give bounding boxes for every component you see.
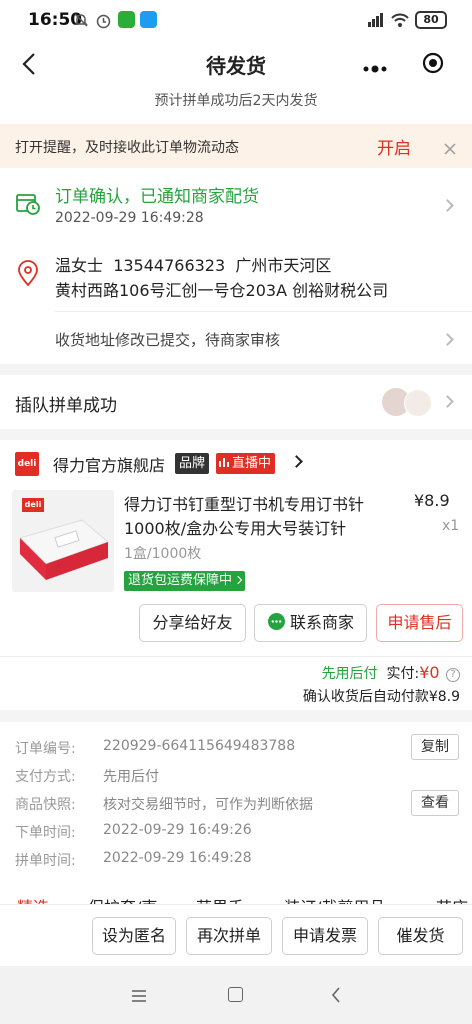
pay-method-label: 支付方式: bbox=[15, 769, 76, 785]
status-bar: 16:50 80 bbox=[0, 0, 472, 42]
close-miniprogram-icon[interactable] bbox=[422, 52, 444, 74]
contact-merchant-button[interactable]: 联系商家 bbox=[254, 604, 367, 642]
info-icon[interactable]: ? bbox=[446, 668, 460, 682]
chat-icon bbox=[267, 608, 286, 630]
brand-badge: 品牌 bbox=[175, 453, 210, 474]
order-status-card: 订单确认，已通知商家配货 2022-09-29 16:49:28 温女士 135… bbox=[0, 168, 472, 364]
product-title-line2[interactable]: 1000枚/盒办公专用大号装订针 bbox=[124, 515, 346, 539]
guarantee-label: 退货包运费保障中 bbox=[128, 573, 233, 588]
snapshot-label: 商品快照: bbox=[15, 797, 76, 813]
chevron-right-icon bbox=[233, 575, 243, 585]
address-region: 广州市天河区 bbox=[235, 256, 332, 275]
paid-value: ¥0 bbox=[419, 663, 440, 682]
reorder-button[interactable]: 再次拼单 bbox=[186, 917, 272, 955]
product-title-line1[interactable]: 得力订书钉重型订书机专用订书针 bbox=[124, 491, 364, 515]
bottom-action-bar: 设为匿名 再次拼单 申请发票 催发货 bbox=[0, 904, 472, 966]
after-sale-button[interactable]: 申请售后 bbox=[376, 604, 463, 642]
live-badge-label: 直播中 bbox=[232, 456, 272, 471]
signal-icon bbox=[367, 12, 385, 28]
product-quantity: x1 bbox=[442, 518, 460, 534]
reminder-text: 打开提醒，及时接收此订单物流动态 bbox=[15, 140, 239, 156]
chevron-right-icon bbox=[441, 395, 454, 408]
calendar-clock-icon bbox=[15, 190, 41, 216]
close-icon[interactable] bbox=[444, 140, 456, 155]
wechat-icon bbox=[118, 11, 135, 28]
nav-bar: 待发货 bbox=[0, 42, 472, 86]
reminder-open-button[interactable]: 开启 bbox=[377, 134, 411, 159]
product-card: deli 得力官方旗舰店 品牌 直播中 deli 得力订书钉重型订书机专用订书针… bbox=[0, 440, 472, 710]
payment-method-label: 先用后付 bbox=[321, 666, 378, 682]
menu-icon[interactable] bbox=[131, 988, 147, 1002]
mute-icon bbox=[73, 12, 89, 28]
live-icon bbox=[219, 454, 229, 467]
auto-pay-note: 确认收货后自动付款¥8.9 bbox=[302, 689, 460, 705]
address-phone: 13544766323 bbox=[113, 256, 226, 275]
wifi-icon bbox=[390, 12, 410, 28]
chevron-right-icon[interactable] bbox=[441, 333, 454, 346]
live-badge: 直播中 bbox=[216, 453, 276, 474]
box-brand-label: deli bbox=[22, 498, 44, 512]
order-details: 订单编号: 220929-664115649483788 复制 支付方式: 先用… bbox=[0, 722, 472, 890]
system-nav-bar bbox=[0, 966, 472, 1024]
order-status-time: 2022-09-29 16:49:28 bbox=[55, 210, 204, 226]
order-no-value: 220929-664115649483788 bbox=[103, 738, 296, 754]
payment-summary: 先用后付 实付:¥0 ? bbox=[322, 663, 460, 683]
more-icon[interactable] bbox=[361, 59, 389, 73]
chevron-right-icon[interactable] bbox=[290, 455, 303, 468]
snapshot-value: 核对交易细节时，可作为判断依据 bbox=[103, 797, 313, 813]
battery-icon: 80 bbox=[415, 11, 447, 29]
urge-shipping-button[interactable]: 催发货 bbox=[378, 917, 463, 955]
group-time-value: 2022-09-29 16:49:28 bbox=[103, 850, 252, 866]
reminder-banner: 打开提醒，及时接收此订单物流动态 开启 bbox=[0, 124, 472, 168]
address-name: 温女士 bbox=[55, 256, 104, 275]
product-price: ¥8.9 bbox=[414, 491, 450, 510]
pay-method-value: 先用后付 bbox=[103, 769, 159, 785]
share-button[interactable]: 分享给好友 bbox=[139, 604, 246, 642]
paid-label: 实付: bbox=[386, 666, 420, 682]
mini-program-capsule bbox=[343, 45, 459, 81]
product-spec: 1盒/1000枚 bbox=[124, 546, 202, 562]
view-snapshot-button[interactable]: 查看 bbox=[411, 790, 459, 816]
address-detail: 黄村西路106号汇创一号仓203A 创裕财税公司 bbox=[55, 281, 389, 300]
group-card[interactable]: 插队拼单成功 bbox=[0, 375, 472, 429]
store-name[interactable]: 得力官方旗舰店 bbox=[53, 452, 165, 476]
order-status-title: 订单确认，已通知商家配货 bbox=[55, 187, 259, 207]
divider bbox=[55, 311, 472, 312]
chevron-right-icon[interactable] bbox=[441, 199, 454, 212]
address-change-notice[interactable]: 收货地址修改已提交，待商家审核 bbox=[55, 329, 280, 350]
delivery-estimate: 预计拼单成功后2天内发货 bbox=[0, 86, 472, 124]
order-time-value: 2022-09-29 16:49:26 bbox=[103, 822, 252, 838]
product-image[interactable]: deli bbox=[12, 490, 114, 592]
contact-merchant-label: 联系商家 bbox=[289, 613, 354, 632]
anonymous-button[interactable]: 设为匿名 bbox=[92, 917, 176, 955]
group-label: 插队拼单成功 bbox=[15, 396, 117, 416]
alarm-icon bbox=[95, 12, 112, 29]
divider bbox=[0, 656, 472, 657]
address-line1: 温女士 13544766323 广州市天河区 bbox=[55, 252, 331, 276]
home-icon[interactable] bbox=[228, 987, 243, 1002]
store-logo: deli bbox=[15, 452, 39, 476]
order-no-label: 订单编号: bbox=[15, 741, 76, 757]
order-time-label: 下单时间: bbox=[15, 825, 76, 841]
app-icon bbox=[140, 11, 157, 28]
location-pin-icon bbox=[16, 260, 40, 288]
back-nav-icon[interactable] bbox=[330, 986, 342, 1004]
avatar bbox=[404, 389, 432, 417]
invoice-button[interactable]: 申请发票 bbox=[282, 917, 368, 955]
group-time-label: 拼单时间: bbox=[15, 853, 76, 869]
return-shipping-guarantee[interactable]: 退货包运费保障中 bbox=[124, 571, 246, 591]
copy-button[interactable]: 复制 bbox=[411, 734, 459, 760]
